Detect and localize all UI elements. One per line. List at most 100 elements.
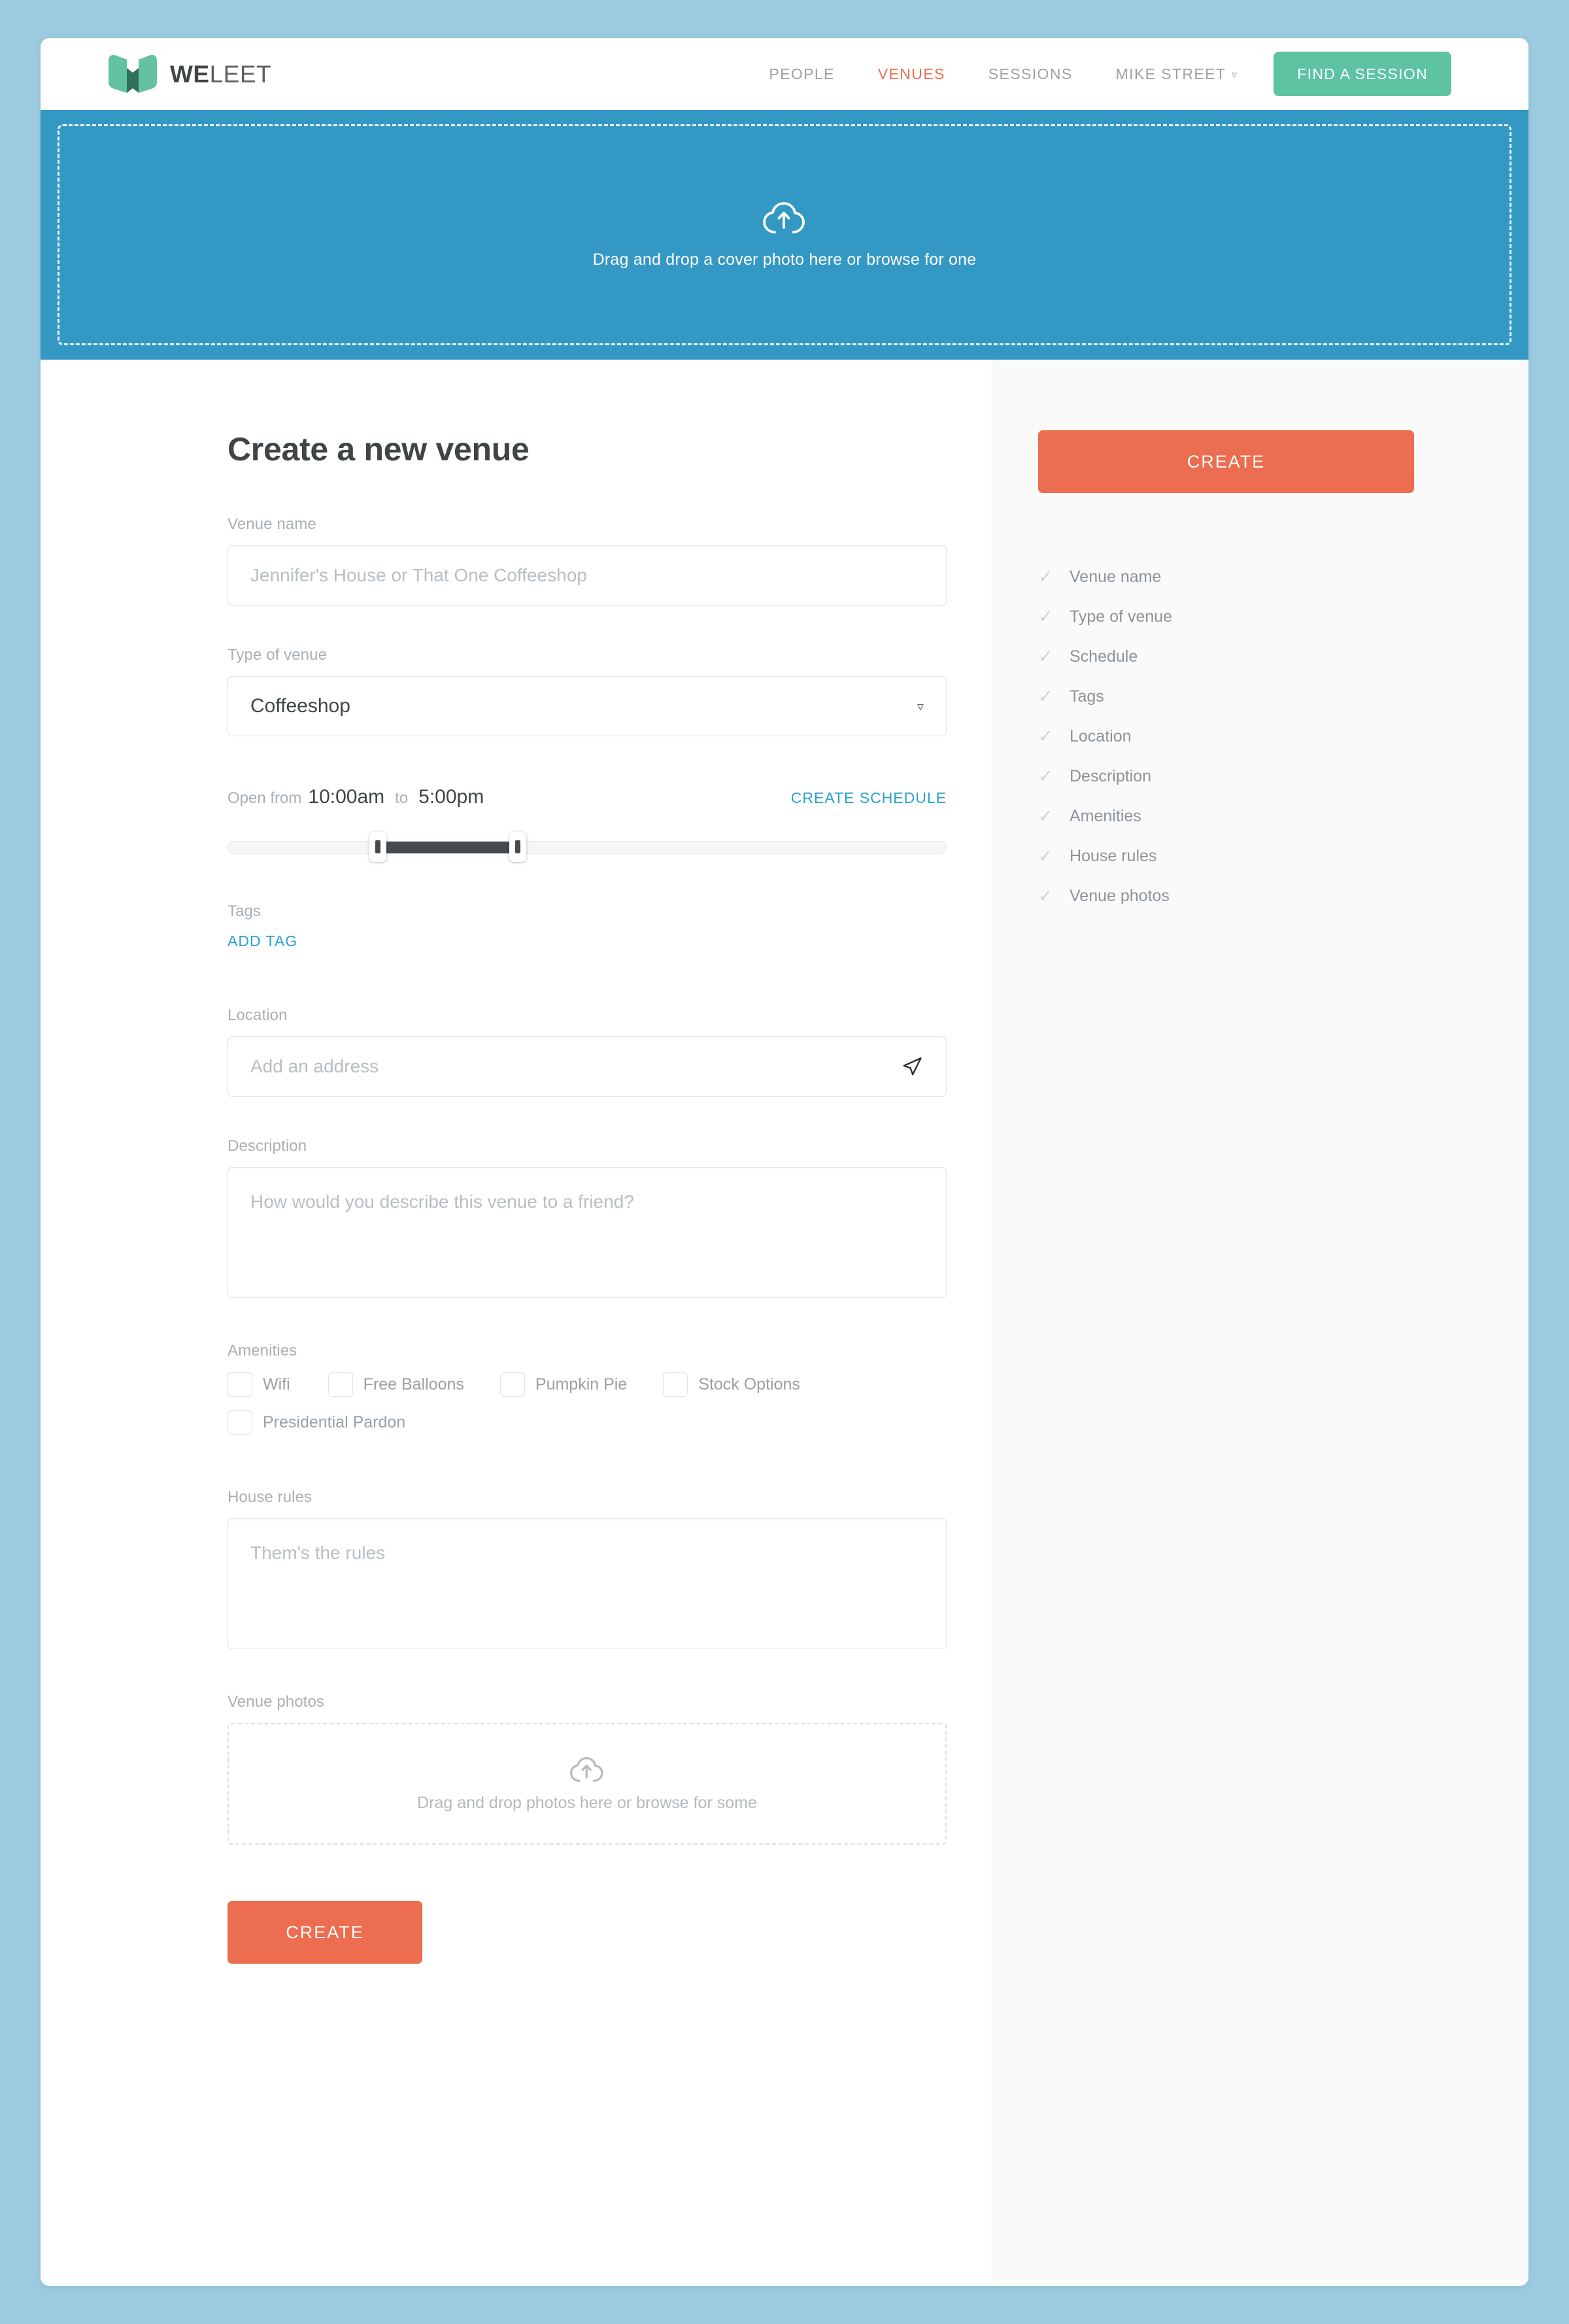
checkbox-pumpkin-pie[interactable] [499,1372,525,1397]
checkbox-free-balloons[interactable] [328,1372,353,1397]
checklist-label-tags: Tags [1070,687,1104,706]
check-icon: ✓ [1038,647,1053,666]
nav-item-sessions[interactable]: SESSIONS [967,65,1094,83]
house-rules-label: House rules [228,1488,312,1506]
field-house-rules: House rules [228,1488,947,1652]
add-tag-link[interactable]: ADD TAG [228,932,297,950]
amenities-row-1: Wifi Free Balloons Pumpkin Pie Stock Opt… [228,1372,947,1397]
venue-photos-dropzone-text: Drag and drop photos here or browse for … [417,1793,757,1812]
type-of-venue-value: Coffeeshop [250,695,350,717]
completion-checklist: ✓ Venue name ✓ Type of venue ✓ Schedule [1038,557,1417,916]
logo-text-we: WE [170,60,210,88]
create-schedule-link[interactable]: CREATE SCHEDULE [791,789,947,807]
amenity-free-balloons[interactable]: Free Balloons [328,1372,464,1397]
cover-dropzone-text: Drag and drop a cover photo here or brow… [592,250,977,269]
create-venue-button-bottom[interactable]: CREATE [228,1901,422,1964]
schedule-prefix-label: Open from [228,789,302,807]
checkbox-stock-options[interactable] [663,1372,688,1397]
field-location: Location [228,1006,947,1097]
checklist-label-venue-photos: Venue photos [1070,887,1170,905]
sidebar-content: CREATE ✓ Venue name ✓ Type of venue ✓ Sc… [1038,430,1417,916]
site-header: WELEET PEOPLE VENUES SESSIONS MIKE STREE… [41,38,1528,110]
checklist-item-tags: ✓ Tags [1038,677,1417,717]
field-venue-photos: Venue photos Drag and drop photos here o… [228,1693,947,1845]
create-venue-button-top[interactable]: CREATE [1038,430,1414,493]
page-title: Create a new venue [228,431,530,468]
logo-text: WELEET [170,62,271,86]
logo-text-leet: LEET [209,60,272,88]
house-rules-textarea[interactable] [228,1518,947,1649]
type-of-venue-label: Type of venue [228,646,328,664]
check-icon: ✓ [1038,607,1053,626]
slider-handle-end[interactable] [509,832,526,862]
venue-photos-dropzone[interactable]: Drag and drop photos here or browse for … [228,1723,947,1845]
amenity-wifi[interactable]: Wifi [228,1372,290,1397]
checklist-label-house-rules: House rules [1070,847,1157,865]
amenity-label-stock-options: Stock Options [698,1375,800,1393]
amenities-label: Amenities [228,1342,297,1359]
schedule-end-time: 5:00pm [418,786,484,808]
logo[interactable]: WELEET [107,52,271,95]
schedule-range-slider[interactable] [228,832,947,862]
nav-item-venues[interactable]: VENUES [856,65,967,83]
amenity-label-wifi: Wifi [263,1375,290,1393]
cover-photo-dropzone[interactable]: Drag and drop a cover photo here or brow… [41,110,1528,360]
amenity-label-pumpkin-pie: Pumpkin Pie [535,1375,628,1393]
amenity-pumpkin-pie[interactable]: Pumpkin Pie [499,1372,628,1397]
main-navigation: PEOPLE VENUES SESSIONS MIKE STREET ▿ FIN… [747,52,1451,96]
checklist-item-type-of-venue: ✓ Type of venue [1038,597,1417,637]
field-type-of-venue: Type of venue Coffeeshop ▿ [228,646,947,736]
nav-item-people[interactable]: PEOPLE [747,65,856,83]
check-icon: ✓ [1038,687,1053,706]
checklist-label-venue-name: Venue name [1070,568,1162,586]
checkbox-wifi[interactable] [228,1372,252,1397]
amenities-list: Wifi Free Balloons Pumpkin Pie Stock Opt… [228,1372,947,1435]
check-icon: ✓ [1038,766,1053,786]
checklist-item-description: ✓ Description [1038,757,1417,796]
amenity-stock-options[interactable]: Stock Options [663,1372,800,1397]
venue-form: Create a new venue Venue name Type of ve… [228,430,947,2049]
send-location-icon[interactable] [901,1055,923,1078]
type-of-venue-select[interactable]: Coffeeshop ▿ [228,676,947,736]
field-description: Description [228,1137,947,1301]
check-icon: ✓ [1038,846,1053,866]
checklist-item-venue-photos: ✓ Venue photos [1038,876,1417,916]
user-menu[interactable]: MIKE STREET ▿ [1094,65,1260,83]
slider-handle-start[interactable] [369,832,386,862]
schedule-connector-label: to [395,789,409,807]
checklist-label-location: Location [1070,727,1132,745]
field-tags: Tags ADD TAG [228,902,947,950]
tags-label: Tags [228,902,262,920]
cover-dropzone-content: Drag and drop a cover photo here or brow… [593,201,977,269]
slider-track [228,841,947,854]
checkbox-presidential-pardon[interactable] [228,1410,252,1435]
amenities-row-2: Presidential Pardon [228,1410,947,1435]
slider-selected-range [376,842,515,853]
chevron-down-icon: ▿ [917,699,924,714]
checklist-label-amenities: Amenities [1070,807,1141,825]
amenity-label-presidential-pardon: Presidential Pardon [263,1412,406,1431]
description-textarea[interactable] [228,1167,947,1298]
venue-name-input[interactable] [228,545,947,606]
amenity-label-free-balloons: Free Balloons [363,1375,464,1393]
checklist-item-venue-name: ✓ Venue name [1038,557,1417,597]
description-label: Description [228,1137,307,1155]
amenity-presidential-pardon[interactable]: Presidential Pardon [228,1410,405,1435]
weleet-logo-mark-icon [109,54,157,93]
checklist-label-type-of-venue: Type of venue [1070,607,1173,626]
field-venue-name: Venue name [228,515,947,606]
field-amenities: Amenities Wifi Free Balloons Pumpkin Pie… [228,1342,947,1435]
venue-photos-label: Venue photos [228,1693,325,1711]
form-column: Create a new venue Venue name Type of ve… [41,360,992,2282]
user-menu-label: MIKE STREET [1115,65,1226,82]
checklist-item-house-rules: ✓ House rules [1038,836,1417,876]
schedule-summary: Open from 10:00am to 5:00pm CREATE SCHED… [228,786,947,808]
check-icon: ✓ [1038,567,1053,587]
cloud-upload-icon [570,1756,603,1782]
schedule-start-time: 10:00am [308,786,385,808]
app-card: WELEET PEOPLE VENUES SESSIONS MIKE STREE… [41,38,1528,2286]
checklist-item-amenities: ✓ Amenities [1038,796,1417,836]
find-a-session-button[interactable]: FIND A SESSION [1274,52,1451,96]
page-background: WELEET PEOPLE VENUES SESSIONS MIKE STREE… [0,0,1569,2324]
location-input[interactable] [228,1036,947,1097]
